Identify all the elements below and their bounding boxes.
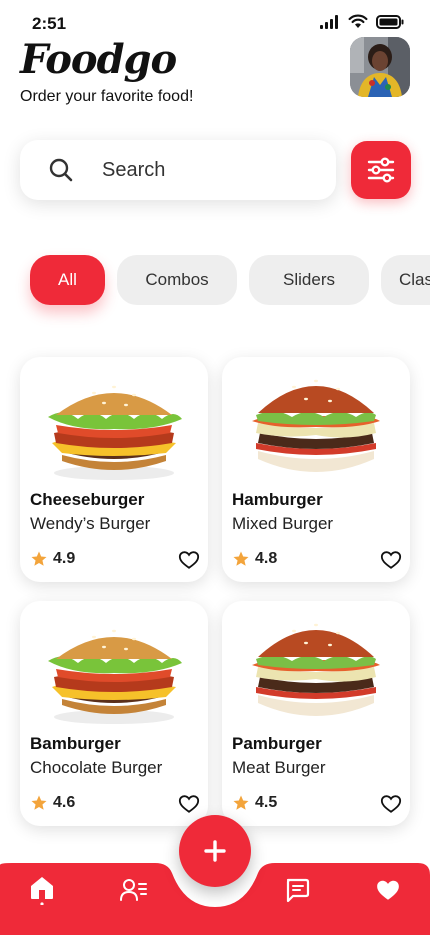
chip-classic[interactable]: Clas <box>381 255 430 305</box>
plus-icon <box>204 840 226 862</box>
tagline: Order your favorite food! <box>20 88 194 105</box>
battery-icon <box>376 14 404 29</box>
product-subtitle: Chocolate Burger <box>30 758 163 777</box>
product-rating: 4.6 <box>53 794 76 811</box>
app-screen: 2:51 Foodgo Order your favorite food! Se… <box>0 0 430 935</box>
product-rating: 4.9 <box>53 550 76 567</box>
product-card[interactable]: Cheeseburger Wendy’s Burger 4.9 <box>20 357 208 582</box>
heart-outline-icon[interactable] <box>178 549 200 571</box>
product-subtitle: Wendy’s Burger <box>30 514 151 533</box>
cheeseburger-image <box>48 629 182 724</box>
nav-favorites[interactable] <box>374 876 402 904</box>
search-bar[interactable] <box>20 140 336 200</box>
filter-button[interactable] <box>351 141 411 199</box>
product-name: Cheeseburger <box>30 490 145 509</box>
product-card[interactable]: Hamburger Mixed Burger 4.8 <box>222 357 410 582</box>
star-icon <box>31 795 47 810</box>
nav-home[interactable] <box>28 876 56 905</box>
heart-outline-icon[interactable] <box>380 549 402 571</box>
chip-all[interactable]: All <box>30 255 105 305</box>
wifi-icon <box>348 14 368 28</box>
product-name: Pamburger <box>232 734 322 753</box>
cheeseburger-image <box>48 385 182 480</box>
profile-icon <box>120 879 147 901</box>
heart-filled-icon <box>377 880 399 900</box>
chip-sliders[interactable]: Sliders <box>249 255 369 305</box>
product-card[interactable]: Bamburger Chocolate Burger 4.6 <box>20 601 208 826</box>
product-name: Hamburger <box>232 490 323 509</box>
brand-logo: Foodgo <box>20 36 177 83</box>
chat-icon <box>286 878 310 903</box>
status-icons <box>320 14 404 29</box>
product-name: Bamburger <box>30 734 121 753</box>
sliders-icon <box>367 157 395 183</box>
star-icon <box>233 551 249 566</box>
product-subtitle: Mixed Burger <box>232 514 334 533</box>
status-time: 2:51 <box>32 14 67 33</box>
chip-combos[interactable]: Combos <box>117 255 237 305</box>
hamburger-image <box>252 623 380 716</box>
signal-icon <box>320 14 338 29</box>
avatar[interactable] <box>350 37 410 97</box>
hamburger-image <box>252 379 380 472</box>
heart-outline-icon[interactable] <box>178 793 200 815</box>
star-icon <box>233 795 249 810</box>
heart-outline-icon[interactable] <box>380 793 402 815</box>
avatar-image <box>350 37 410 97</box>
add-button[interactable] <box>179 815 251 887</box>
product-rating: 4.5 <box>255 794 278 811</box>
product-rating: 4.8 <box>255 550 278 567</box>
nav-profile[interactable] <box>120 876 148 904</box>
product-card[interactable]: Pamburger Meat Burger 4.5 <box>222 601 410 826</box>
search-icon <box>49 158 73 182</box>
home-icon <box>31 877 53 905</box>
nav-messages[interactable] <box>283 876 311 904</box>
search-input[interactable] <box>100 157 304 183</box>
product-subtitle: Meat Burger <box>232 758 326 777</box>
star-icon <box>31 551 47 566</box>
